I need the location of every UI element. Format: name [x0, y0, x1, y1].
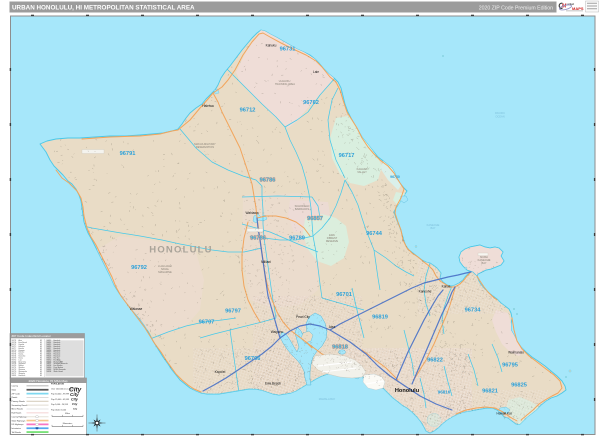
svg-text:Kailua: Kailua [442, 285, 451, 289]
svg-text:County Highways: County Highways [12, 415, 28, 418]
svg-text:OCEAN: OCEAN [495, 115, 504, 119]
svg-text:Kahuku: Kahuku [266, 44, 277, 48]
svg-text:City: City [71, 398, 79, 402]
svg-text:County: County [12, 385, 18, 388]
svg-text:Roads: Roads [12, 397, 18, 399]
svg-text:MAGAZINE: MAGAZINE [158, 270, 172, 274]
svg-text:Interstates: Interstates [12, 427, 21, 430]
svg-text:96822: 96822 [427, 358, 443, 364]
svg-text:96801: 96801 [12, 375, 17, 377]
svg-text:96795: 96795 [502, 363, 518, 369]
svg-text:Mililani: Mililani [261, 260, 271, 264]
svg-text:96730: 96730 [390, 175, 400, 179]
svg-text:City: City [72, 402, 78, 406]
svg-text:Wahiawa: Wahiawa [246, 211, 259, 215]
svg-text:96786: 96786 [260, 178, 276, 184]
svg-text:State Highways: State Highways [12, 419, 26, 422]
svg-text:BAY: BAY [482, 261, 487, 265]
svg-text:Wake Island: Wake Island [54, 371, 63, 373]
svg-text:96792: 96792 [131, 265, 147, 271]
svg-text:Waipahu: Waipahu [271, 330, 284, 334]
svg-text:96825: 96825 [511, 383, 527, 389]
svg-text:96707: 96707 [199, 320, 215, 326]
svg-text:PACIFIC: PACIFIC [495, 111, 505, 115]
svg-text:City: City [70, 392, 79, 397]
svg-text:Honolulu: Honolulu [19, 375, 26, 377]
svg-text:96791: 96791 [120, 151, 136, 157]
svg-text:US Highways: US Highways [12, 424, 24, 426]
svg-text:BAY: BAY [431, 226, 436, 230]
svg-text:VALLEY: VALLEY [357, 170, 367, 174]
svg-text:96744: 96744 [366, 231, 383, 237]
svg-text:TRAINING AREA: TRAINING AREA [275, 82, 295, 86]
svg-text:96706: 96706 [245, 356, 261, 362]
svg-text:Ewa Beach: Ewa Beach [265, 382, 281, 386]
svg-text:Miles: Miles [65, 413, 70, 415]
svg-text:RESERVATION: RESERVATION [196, 145, 214, 149]
svg-text:96789: 96789 [289, 236, 305, 242]
svg-text:96819: 96819 [372, 315, 388, 321]
svg-text:MAPS: MAPS [572, 6, 584, 11]
svg-text:Hawaii Kai: Hawaii Kai [496, 412, 511, 416]
svg-text:ZIP Code: ZIP Code [12, 393, 21, 395]
svg-text:96821: 96821 [482, 389, 498, 395]
svg-text:96731: 96731 [280, 47, 296, 53]
svg-text:96712: 96712 [240, 108, 256, 114]
svg-text:Kaneohe: Kaneohe [419, 290, 432, 294]
svg-text:Pop 50,000 - 99,999: Pop 50,000 - 99,999 [51, 394, 70, 396]
svg-text:96734: 96734 [465, 308, 482, 314]
svg-text:96818: 96818 [332, 345, 348, 351]
svg-text:96857: 96857 [307, 216, 323, 222]
svg-text:96762: 96762 [303, 100, 319, 106]
svg-text:2020 ZIP Code Premium Edition: 2020 ZIP Code Premium Edition [479, 5, 553, 11]
svg-text:Rail Roads: Rail Roads [12, 413, 22, 415]
svg-text:Laie: Laie [313, 70, 319, 74]
svg-text:96797: 96797 [225, 309, 241, 315]
svg-text:Waimanalo: Waimanalo [508, 351, 524, 355]
svg-text:Pearl City: Pearl City [296, 315, 310, 319]
svg-text:RESERVE: RESERVE [326, 239, 339, 243]
svg-text:ZIP Code Index/Grid Locator: ZIP Code Index/Grid Locator [12, 334, 51, 338]
svg-text:96701: 96701 [336, 292, 352, 298]
svg-text:E5: E5 [40, 375, 42, 377]
svg-text:BARRACKS: BARRACKS [295, 207, 310, 211]
svg-text:POPULATION: POPULATION [51, 382, 65, 385]
svg-text:Secondary Roads: Secondary Roads [12, 405, 28, 407]
svg-text:Kilometers: Kilometers [63, 422, 72, 425]
svg-text:M: M [562, 4, 567, 10]
svg-text:Haleiwa: Haleiwa [202, 104, 214, 108]
svg-text:Pop Under 5,000: Pop Under 5,000 [51, 410, 67, 412]
svg-text:MAMALA BAY: MAMALA BAY [319, 397, 336, 401]
svg-text:Minor Roads: Minor Roads [12, 409, 23, 411]
svg-text:96898: 96898 [47, 371, 52, 373]
svg-text:96816: 96816 [438, 390, 451, 395]
svg-text:Primary Roads: Primary Roads [12, 401, 25, 403]
svg-text:URBAN HONOLULU, HI METROPOLITA: URBAN HONOLULU, HI METROPOLITAN STATISTI… [12, 5, 195, 12]
svg-text:Pop 25,000 - 49,999: Pop 25,000 - 49,999 [51, 399, 70, 401]
svg-text:Kapolei: Kapolei [215, 370, 226, 374]
svg-text:96786: 96786 [250, 236, 266, 242]
svg-text:Pop 5,000 - 24,999: Pop 5,000 - 24,999 [51, 404, 69, 406]
svg-text:Honolulu: Honolulu [395, 388, 420, 394]
svg-text:HONOLULU: HONOLULU [149, 245, 212, 256]
svg-text:96717: 96717 [339, 153, 355, 159]
svg-text:Waianae: Waianae [130, 307, 143, 311]
svg-text:Toll Roads: Toll Roads [12, 432, 21, 434]
svg-text:Aiea: Aiea [329, 325, 336, 329]
